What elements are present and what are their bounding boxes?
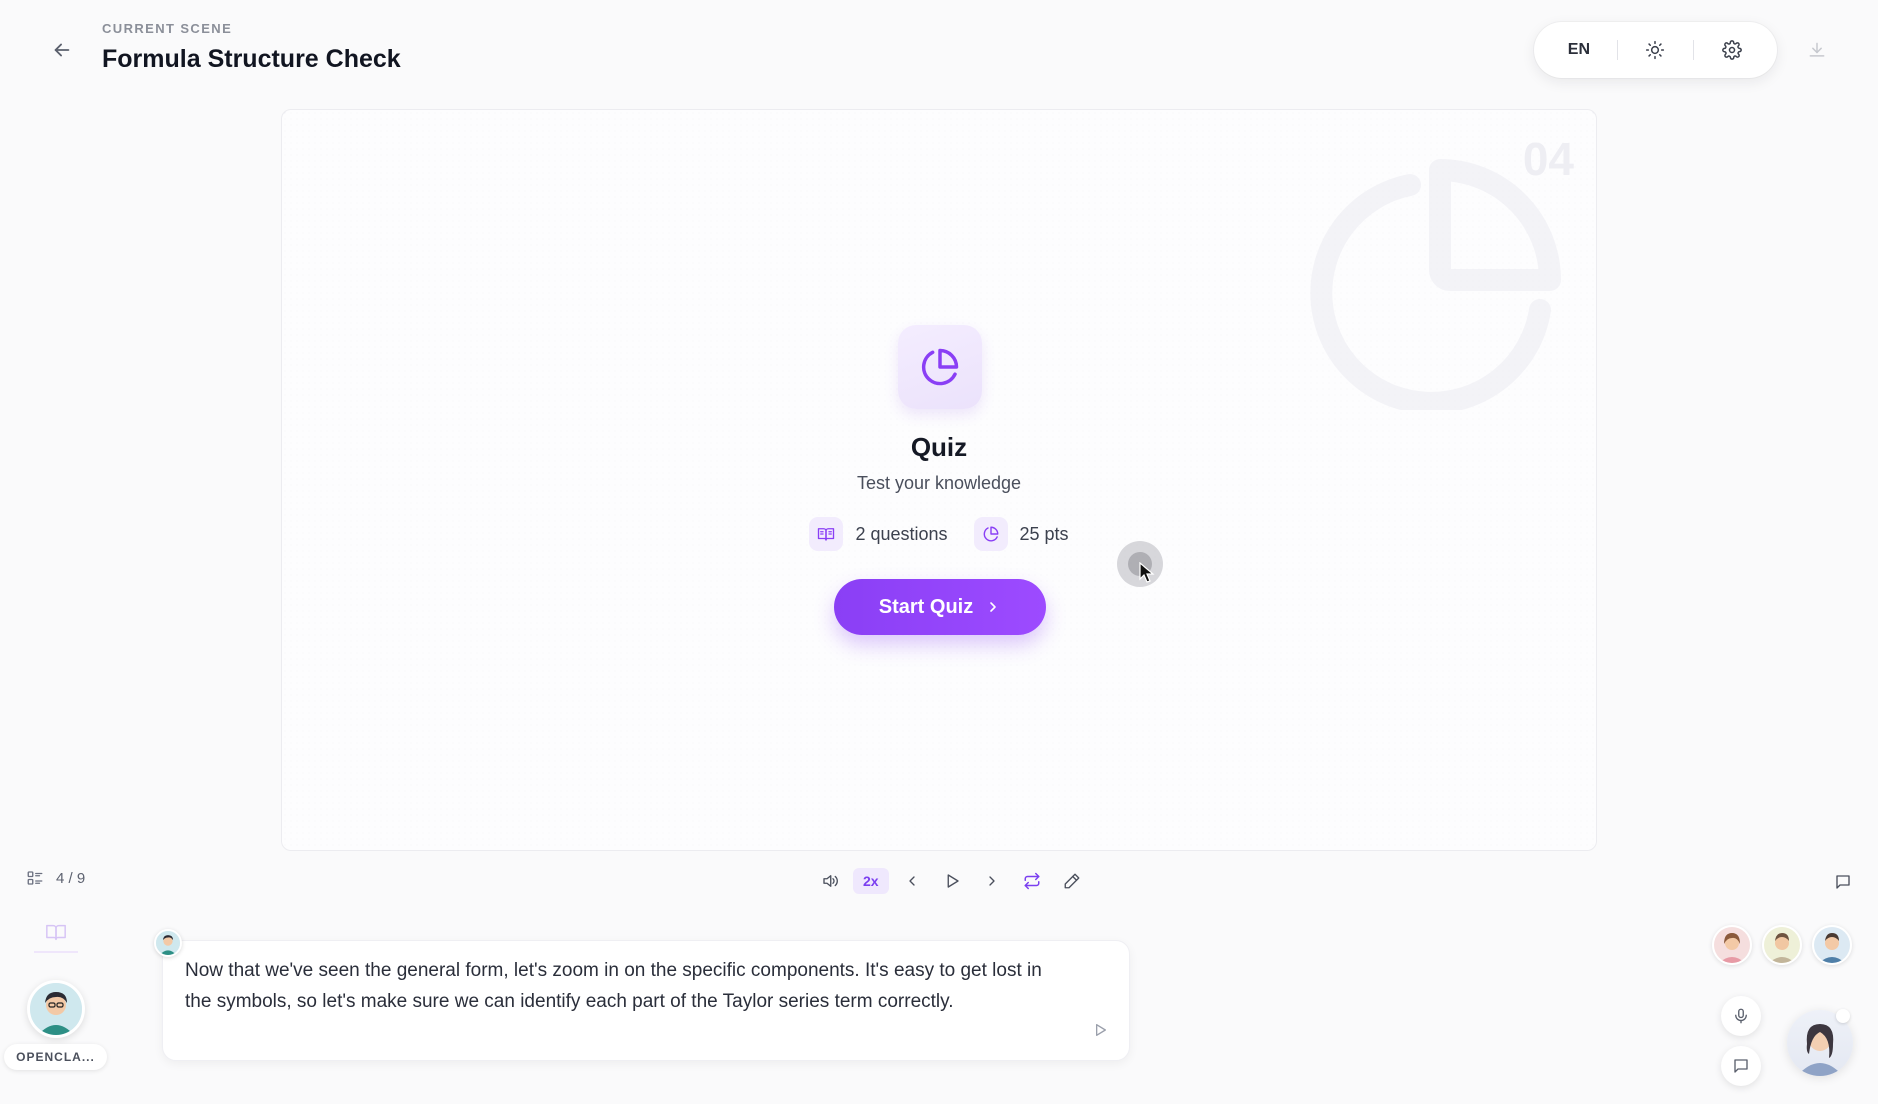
book-icon <box>809 517 844 551</box>
download-icon[interactable] <box>1801 34 1833 66</box>
sun-icon[interactable] <box>1631 32 1679 68</box>
page-title: Formula Structure Check <box>102 45 401 73</box>
chat-icon[interactable] <box>1721 1046 1761 1086</box>
scene-counter: 4 / 9 <box>56 869 86 887</box>
chevron-right-icon <box>990 602 997 612</box>
volume-icon[interactable] <box>813 866 847 896</box>
avatar <box>154 929 182 957</box>
pie-chart-icon <box>1310 159 1561 410</box>
avatar[interactable] <box>1712 925 1752 965</box>
quiz-title: Quiz <box>910 432 968 462</box>
questions-label: 2 questions <box>855 523 948 544</box>
top-header: CURRENT SCENE Formula Structure Check EN <box>0 0 1878 100</box>
status-indicator <box>1836 1009 1850 1023</box>
next-icon[interactable] <box>975 866 1009 896</box>
book-icon[interactable] <box>34 913 78 953</box>
points-value: 25 pts <box>973 517 1069 551</box>
pie-chart-icon <box>921 348 959 386</box>
start-quiz-button[interactable]: Start Quiz <box>834 579 1046 635</box>
agent-sidebar: OPENCLA... <box>0 905 112 1104</box>
pie-chart-icon <box>973 517 1008 551</box>
agent-label: OPENCLA... <box>4 1044 107 1070</box>
mouse-cursor-icon <box>1139 562 1155 583</box>
chat-icon[interactable] <box>1829 868 1857 896</box>
prev-icon[interactable] <box>895 866 929 896</box>
pen-icon[interactable] <box>1055 866 1089 896</box>
speech-bubble: Now that we've seen the general form, le… <box>162 940 1130 1061</box>
divider <box>1616 40 1618 60</box>
speech-text: Now that we've seen the general form, le… <box>185 960 1042 1012</box>
speed-toggle[interactable]: 2x <box>853 868 889 894</box>
list-icon <box>27 871 43 885</box>
questions-count: 2 questions <box>809 517 948 551</box>
repeat-icon[interactable] <box>1015 866 1049 896</box>
scene-list-toggle[interactable]: 4 / 9 <box>26 869 85 887</box>
scene-kicker: CURRENT SCENE <box>102 21 233 36</box>
play-icon[interactable] <box>935 866 969 896</box>
play-icon[interactable] <box>1087 1017 1113 1043</box>
divider <box>1693 40 1695 60</box>
avatar[interactable] <box>1812 925 1852 965</box>
quiz-subtitle: Test your knowledge <box>856 473 1022 493</box>
microphone-icon[interactable] <box>1721 996 1761 1036</box>
avatar[interactable] <box>1762 925 1802 965</box>
playback-bar: 4 / 9 2x <box>0 862 1878 900</box>
gear-icon[interactable] <box>1708 32 1756 68</box>
peer-avatars <box>1712 925 1852 965</box>
points-label: 25 pts <box>1019 523 1069 544</box>
player-controls: 2x <box>813 866 1089 896</box>
quiz-icon-tile <box>898 325 982 409</box>
quiz-slide: 04 Quiz Test your knowledge 2 questions … <box>281 109 1597 851</box>
start-quiz-label: Start Quiz <box>878 595 974 618</box>
top-controls: EN <box>1534 22 1777 78</box>
language-toggle[interactable]: EN <box>1555 32 1603 68</box>
quiz-meta: 2 questions 25 pts <box>282 517 1596 551</box>
avatar[interactable] <box>27 980 85 1038</box>
back-arrow-icon[interactable] <box>46 34 78 66</box>
